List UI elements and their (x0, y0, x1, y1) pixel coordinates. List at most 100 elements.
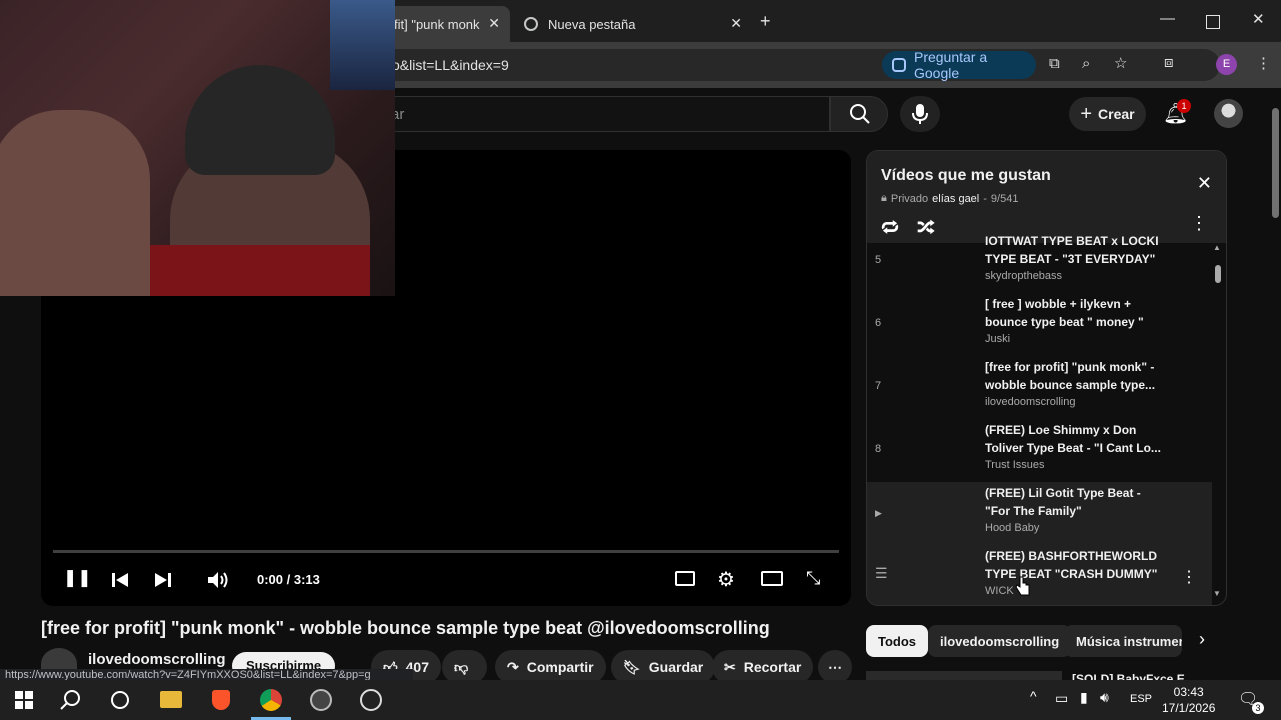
playlist-item-current[interactable]: ▶ (FREE) Lil Gotit Type Beat - "For The F… (867, 482, 1212, 545)
clock-time: 03:43 (1173, 685, 1204, 699)
item-menu-icon[interactable]: ⋮ (1181, 567, 1197, 587)
item-channel: skydropthebass (985, 270, 1063, 282)
playlist-item[interactable]: 8 (FREE) Loe Shimmy x Don Toliver Type Be… (867, 419, 1212, 482)
windows-start-icon[interactable] (15, 691, 33, 709)
next-icon[interactable] (154, 571, 172, 589)
playlist-scrollbar[interactable]: ▲ ▼ (1213, 243, 1223, 601)
ask-google-label: Preguntar a Google (913, 49, 988, 81)
next-video-title[interactable]: [SOLD] BabyFxce E (1072, 672, 1185, 680)
settings-gear-icon[interactable]: ⚙ (717, 567, 735, 592)
playlist-item[interactable]: 5 IOTTWAT TYPE BEAT x LOCKI TYPE BEAT - "… (867, 230, 1212, 293)
close-tab-icon[interactable]: ✕ (488, 15, 500, 32)
task-view-icon[interactable] (111, 691, 129, 709)
save-button[interactable]: 🔖︎ Guardar (611, 650, 716, 684)
volume-icon[interactable] (206, 570, 230, 590)
profile-avatar[interactable]: E (1216, 54, 1237, 75)
new-tab-icon[interactable]: + (760, 11, 771, 32)
create-button[interactable]: + Crear (1069, 97, 1146, 131)
file-explorer-icon[interactable] (160, 691, 182, 708)
next-video-thumbnail[interactable] (866, 671, 1062, 680)
scroll-up-arrow[interactable]: ▲ (1213, 243, 1221, 252)
previous-icon[interactable] (111, 571, 129, 589)
subtitles-icon[interactable] (675, 571, 695, 586)
scroll-down-arrow[interactable]: ▼ (1213, 589, 1221, 598)
webcam-overlay (0, 0, 395, 296)
fullscreen-icon[interactable]: ⤡ (806, 568, 820, 589)
tab-title: Nueva pestaña (548, 16, 636, 32)
owner-name[interactable]: elías gael (932, 193, 979, 205)
close-window-icon[interactable]: ✕ (1252, 10, 1265, 28)
drag-handle-icon[interactable]: ☰ (875, 565, 888, 582)
item-title: [ free ] wobble + ilykevn + bounce type b… (985, 297, 1144, 329)
minimize-icon[interactable]: — (1160, 10, 1175, 27)
webcam-red-hoodie (150, 245, 370, 296)
item-channel: Trust Issues (985, 459, 1045, 471)
close-icon[interactable]: ✕ (1197, 173, 1212, 194)
channel-name[interactable]: ilovedoomscrolling (88, 651, 226, 668)
scroll-thumb[interactable] (1215, 265, 1221, 283)
obs-icon[interactable] (360, 689, 382, 711)
privacy-label: Privado (890, 192, 929, 205)
item-index: 7 (875, 380, 882, 392)
chrome-icon[interactable] (260, 689, 282, 711)
action-center-count: 3 (1252, 702, 1264, 714)
speaker-icon[interactable]: 🔊︎ (1100, 689, 1109, 706)
lens-icon (892, 58, 906, 72)
search-icon[interactable] (60, 689, 82, 711)
item-channel: WICK (985, 585, 1014, 597)
install-icon[interactable]: ⧉ (1049, 55, 1060, 72)
webcam-lights (330, 0, 395, 90)
item-title: [free for profit] "punk monk" - wobble bo… (985, 360, 1156, 392)
maximize-icon[interactable] (1206, 15, 1220, 29)
dislike-button[interactable]: 👎︎ (442, 650, 487, 684)
playlist-item[interactable]: ☰ (FREE) BASHFORTHEWORLD TYPE BEAT "CRASH… (867, 545, 1212, 605)
share-button[interactable]: ↷ Compartir (495, 650, 606, 684)
taskbar-clock[interactable]: 03:43 17/1/2026 (1162, 684, 1215, 716)
extensions-icon[interactable]: ⧈ (1164, 54, 1174, 71)
network-icon[interactable]: ▭ (1055, 690, 1068, 707)
item-index: 5 (875, 254, 882, 266)
playlist-item[interactable]: 6 [ free ] wobble + ilykevn + bounce type… (867, 293, 1212, 356)
media-player-icon[interactable] (310, 689, 332, 711)
search-button[interactable] (830, 96, 888, 132)
time-display: 0:00 / 3:13 (257, 572, 320, 587)
page-scroll-thumb[interactable] (1272, 108, 1279, 218)
progress-bar[interactable] (53, 550, 839, 553)
usb-icon[interactable]: ▮ (1080, 689, 1088, 706)
item-title: IOTTWAT TYPE BEAT x LOCKI TYPE BEAT - "3T… (985, 234, 1159, 266)
voice-search-button[interactable] (900, 96, 940, 132)
chip-instrumental[interactable]: Música instrumen (1064, 625, 1182, 657)
omnibox[interactable]: o&list=LL&index=9 (380, 49, 1220, 81)
page-scrollbar[interactable] (1270, 88, 1281, 680)
close-tab-icon[interactable]: ✕ (730, 15, 742, 32)
playlist-item[interactable]: 7 [free for profit] "punk monk" - wobble … (867, 356, 1212, 419)
search-input[interactable]: ar (380, 96, 830, 132)
more-actions-button[interactable]: ⋯ (818, 650, 852, 684)
tab-active[interactable]: fit] "punk monk ✕ (380, 6, 510, 42)
tray-chevron-icon[interactable]: ^ (1030, 688, 1037, 704)
account-avatar[interactable] (1214, 99, 1243, 128)
item-title: (FREE) Loe Shimmy x Don Toliver Type Beat… (985, 423, 1161, 455)
playlist-title[interactable]: Vídeos que me gustan (881, 167, 1051, 185)
plus-icon: + (1080, 102, 1093, 125)
zoom-icon[interactable]: ⌕ (1082, 55, 1090, 72)
scissors-icon: ✂ (724, 658, 736, 675)
brave-icon[interactable] (212, 690, 230, 710)
pause-icon[interactable]: ❚❚ (63, 568, 92, 588)
item-channel: Juski (985, 333, 1011, 345)
chip-all[interactable]: Todos (866, 625, 929, 657)
item-index: 8 (875, 443, 882, 455)
clip-button[interactable]: ✂ Recortar (712, 650, 814, 684)
menu-kebab-icon[interactable]: ⋮ (1256, 54, 1271, 72)
webcam-person-left (0, 110, 150, 296)
meta-separator: - (983, 192, 987, 205)
language-indicator[interactable]: ESP (1130, 693, 1152, 705)
notifications-button[interactable]: 🔔︎ 1 (1163, 99, 1191, 127)
chip-channel[interactable]: ilovedoomscrolling (928, 625, 1072, 657)
bookmark-star-icon[interactable]: ☆ (1114, 54, 1127, 72)
theater-mode-icon[interactable] (761, 571, 783, 586)
ask-google-button[interactable]: Preguntar a Google (882, 49, 1036, 81)
tab-new[interactable]: Nueva pestaña ✕ (512, 6, 752, 42)
thumbs-down-icon: 👎︎ (454, 658, 469, 675)
chevron-right-icon[interactable]: › (1199, 629, 1205, 650)
